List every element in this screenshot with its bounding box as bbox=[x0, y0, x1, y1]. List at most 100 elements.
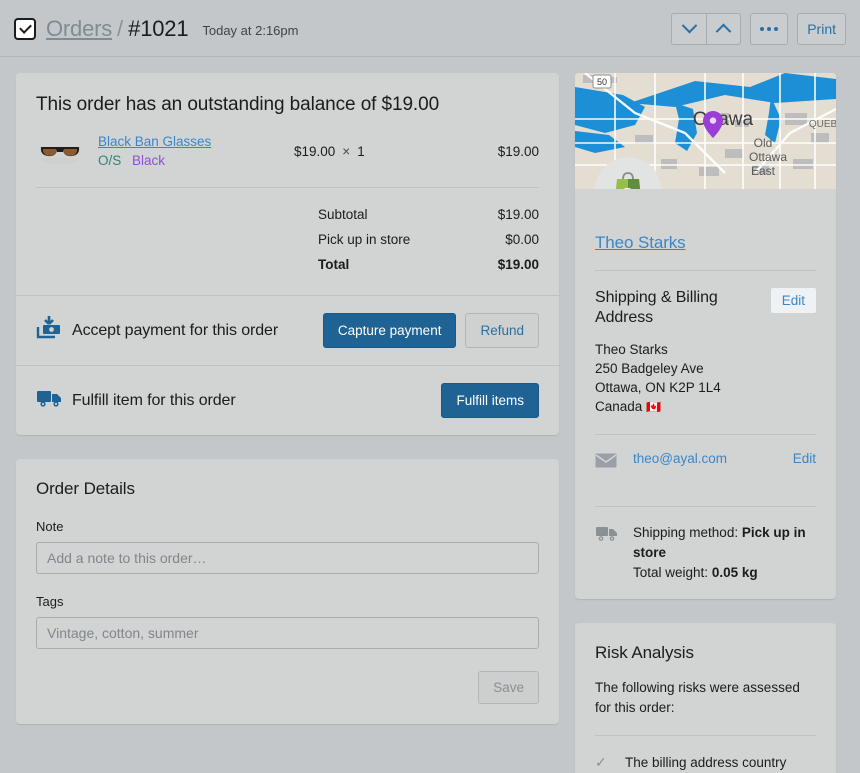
customer-email-link[interactable]: theo@ayal.com bbox=[633, 451, 727, 466]
shipping-value: $0.00 bbox=[505, 232, 539, 247]
breadcrumb-separator: / bbox=[117, 16, 123, 42]
map-pin-icon bbox=[703, 111, 723, 138]
risk-analysis-card: Risk Analysis The following risks were a… bbox=[575, 623, 836, 773]
product-size: O/S bbox=[98, 153, 121, 168]
outstanding-balance-heading: This order has an outstanding balance of… bbox=[16, 73, 559, 116]
total-value: $19.00 bbox=[498, 257, 539, 272]
svg-text:QUEB: QUEB bbox=[809, 119, 836, 130]
address-line-country: Canada 🇨🇦 bbox=[595, 397, 816, 417]
shipping-method-label: Shipping method: bbox=[633, 525, 738, 540]
order-timestamp: Today at 2:16pm bbox=[202, 19, 298, 38]
total-label: Total bbox=[318, 257, 349, 272]
more-actions-button[interactable] bbox=[750, 13, 788, 45]
product-color: Black bbox=[132, 153, 165, 168]
total-weight-label: Total weight: bbox=[633, 565, 708, 580]
sidebar-column: 50 Ottawa Old Ottawa East QUEB bbox=[575, 73, 836, 773]
product-title-link[interactable]: Black Ban Glasses bbox=[98, 134, 211, 149]
customer-name-link[interactable]: Theo Starks bbox=[595, 233, 686, 252]
fulfillment-actions: Fulfill items bbox=[441, 383, 539, 418]
svg-text:East: East bbox=[751, 164, 776, 178]
risk-list-item: ✓ The billing address country matches th… bbox=[595, 753, 816, 773]
email-row: theo@ayal.com Edit bbox=[595, 435, 816, 489]
totals-row-total: Total $19.00 bbox=[36, 252, 539, 277]
check-icon: ✓ bbox=[595, 753, 625, 771]
envelope-icon bbox=[595, 451, 633, 473]
line-item-info: Black Ban Glasses O/S Black bbox=[98, 132, 263, 170]
svg-text:Ottawa: Ottawa bbox=[693, 109, 754, 130]
chevron-down-icon bbox=[681, 18, 697, 34]
edit-email-button[interactable]: Edit bbox=[793, 451, 816, 466]
order-details-title: Order Details bbox=[36, 479, 539, 499]
accept-payment-row: Accept payment for this order Capture pa… bbox=[16, 295, 559, 365]
address-header: Shipping & Billing Address Edit bbox=[595, 271, 816, 328]
address-lines: Theo Starks 250 Badgeley Ave Ottawa, ON … bbox=[595, 340, 816, 417]
main-column: This order has an outstanding balance of… bbox=[16, 73, 559, 773]
cash-deposit-icon bbox=[36, 315, 72, 346]
product-variant: O/S Black bbox=[98, 151, 263, 170]
totals-row-subtotal: Subtotal $19.00 bbox=[36, 202, 539, 227]
accept-payment-label: Accept payment for this order bbox=[72, 322, 278, 340]
order-totals: Subtotal $19.00 Pick up in store $0.00 T… bbox=[16, 188, 559, 295]
page-body: This order has an outstanding balance of… bbox=[0, 57, 860, 773]
unit-price: $19.00 bbox=[294, 144, 335, 159]
svg-text:Ottawa: Ottawa bbox=[749, 150, 787, 164]
header-actions: Print bbox=[671, 13, 846, 45]
address-line-street: 250 Badgeley Ave bbox=[595, 359, 816, 378]
svg-text:S: S bbox=[621, 183, 633, 189]
shipping-method-row: Shipping method: Pick up in store Total … bbox=[595, 507, 816, 599]
quantity: 1 bbox=[357, 144, 365, 159]
svg-text:Old: Old bbox=[754, 136, 773, 150]
tags-input[interactable] bbox=[36, 617, 539, 649]
shipping-details: Shipping method: Pick up in store Total … bbox=[633, 523, 816, 583]
flag-icon-canada: 🇨🇦 bbox=[646, 400, 661, 414]
totals-row-shipping: Pick up in store $0.00 bbox=[36, 227, 539, 252]
order-navigation-group bbox=[671, 13, 741, 45]
app-header: Orders / #1021 Today at 2:16pm Print bbox=[0, 0, 860, 57]
save-row: Save bbox=[36, 671, 539, 704]
refund-button[interactable]: Refund bbox=[465, 313, 539, 348]
breadcrumb-orders-link[interactable]: Orders bbox=[46, 16, 112, 42]
chevron-up-icon bbox=[716, 24, 732, 40]
truck-icon bbox=[595, 523, 633, 547]
address-line-city: Ottawa, ON K2P 1L4 bbox=[595, 378, 816, 397]
customer-card: 50 Ottawa Old Ottawa East QUEB bbox=[575, 73, 836, 599]
print-button[interactable]: Print bbox=[797, 13, 846, 45]
country-name: Canada bbox=[595, 399, 642, 414]
checkbox-checked-icon bbox=[14, 18, 36, 40]
fulfill-items-row: Fulfill item for this order Fulfill item… bbox=[16, 365, 559, 435]
sunglasses-icon bbox=[36, 134, 84, 168]
risk-intro-text: The following risks were assessed for th… bbox=[595, 678, 816, 718]
shipping-label: Pick up in store bbox=[318, 232, 410, 247]
capture-payment-button[interactable]: Capture payment bbox=[323, 313, 457, 348]
risk-analysis-title: Risk Analysis bbox=[595, 643, 816, 663]
line-item-total: $19.00 bbox=[498, 144, 539, 159]
fulfill-items-button[interactable]: Fulfill items bbox=[441, 383, 539, 418]
truck-icon bbox=[36, 388, 72, 413]
risk-divider bbox=[595, 735, 816, 736]
tags-field-group: Tags bbox=[36, 594, 539, 649]
subtotal-value: $19.00 bbox=[498, 207, 539, 222]
multiply-symbol: × bbox=[342, 144, 350, 159]
address-title: Shipping & Billing Address bbox=[595, 288, 755, 328]
line-item-price-qty: $19.00 × 1 bbox=[294, 144, 365, 159]
line-item-row: Black Ban Glasses O/S Black $19.00 × 1 $19… bbox=[16, 116, 559, 187]
customer-body: Theo Starks Shipping & Billing Address E… bbox=[575, 189, 836, 599]
customer-location-map[interactable]: 50 Ottawa Old Ottawa East QUEB bbox=[575, 73, 836, 189]
address-line-name: Theo Starks bbox=[595, 340, 816, 359]
save-button[interactable]: Save bbox=[478, 671, 539, 704]
subtotal-label: Subtotal bbox=[318, 207, 368, 222]
tags-label: Tags bbox=[36, 594, 539, 609]
next-order-button[interactable] bbox=[706, 13, 741, 45]
edit-address-button[interactable]: Edit bbox=[771, 288, 816, 313]
svg-text:50: 50 bbox=[597, 77, 607, 87]
note-input[interactable] bbox=[36, 542, 539, 574]
total-weight-value: 0.05 kg bbox=[712, 565, 758, 580]
shopify-bag-icon: S bbox=[611, 170, 645, 189]
order-summary-card: This order has an outstanding balance of… bbox=[16, 73, 559, 435]
note-label: Note bbox=[36, 519, 539, 534]
order-details-card: Order Details Note Tags Save bbox=[16, 459, 559, 724]
page-title-order-number: #1021 bbox=[128, 16, 188, 42]
risk-item-text: The billing address country matches the … bbox=[625, 753, 816, 773]
note-field-group: Note bbox=[36, 519, 539, 574]
previous-order-button[interactable] bbox=[671, 13, 706, 45]
